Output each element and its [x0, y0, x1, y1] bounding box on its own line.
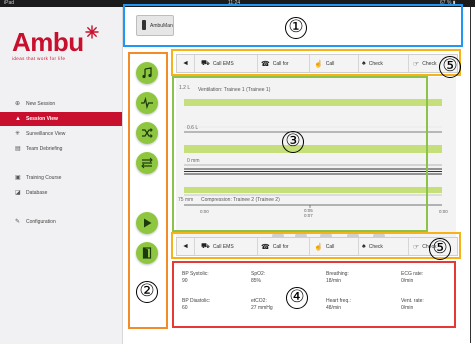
person-icon: ▲: [15, 116, 21, 122]
sidebar-item-label: Configuration: [26, 219, 56, 225]
sidebar-item-label: Team Debriefing: [26, 146, 63, 152]
sidebar-item-label: Session View: [26, 116, 58, 122]
brand-name: Ambu: [12, 27, 84, 57]
course-icon: ▣: [15, 175, 21, 181]
logo-star-icon: [85, 25, 99, 39]
ambu-logo: Ambu ideas that work for life: [12, 25, 99, 61]
callout-box-toolbar-bottom: [171, 232, 461, 259]
sidebar-item-surveillance-view[interactable]: ✳ Surveillance View: [0, 127, 122, 141]
sidebar-item-session-view[interactable]: ▲ Session View: [0, 112, 122, 126]
sidebar-item-database[interactable]: ◪ Database: [0, 186, 122, 200]
sidebar-item-team-debriefing[interactable]: ▤ Team Debriefing: [0, 142, 122, 156]
screen-edge-line: [470, 7, 471, 343]
time-right-label: 0:00: [439, 209, 448, 214]
callout-number-5-top: ⑤: [439, 56, 461, 78]
callout-box-chart: [172, 76, 428, 232]
eye-icon: ✳: [15, 131, 21, 137]
sidebar-item-training-course[interactable]: ▣ Training Course: [0, 171, 122, 185]
document-icon: ▤: [15, 146, 21, 152]
sidebar-nav: ⊕ New Session ▲ Session View ✳ Surveilla…: [0, 97, 122, 230]
database-icon: ◪: [15, 190, 21, 196]
callout-number-4: ④: [286, 287, 308, 309]
device-label: iPad: [4, 0, 15, 6]
callout-number-3: ③: [282, 131, 304, 153]
callout-number-1: ①: [285, 17, 307, 39]
wrench-icon: ✎: [15, 219, 21, 225]
sidebar-item-label: Training Course: [26, 175, 62, 181]
callout-box-vitals: [172, 261, 456, 328]
callout-number-5-bottom: ⑤: [429, 238, 451, 260]
sidebar-item-label: New Session: [26, 101, 56, 107]
sidebar-item-new-session[interactable]: ⊕ New Session: [0, 97, 122, 111]
sidebar-item-label: Database: [26, 190, 48, 196]
callout-number-2: ②: [136, 281, 158, 303]
sidebar: Ambu ideas that work for life ⊕ New Sess…: [0, 7, 123, 344]
sidebar-item-configuration[interactable]: ✎ Configuration: [0, 215, 122, 229]
plus-circle-icon: ⊕: [15, 101, 21, 107]
callout-box-toolbar-top: [171, 49, 461, 76]
sidebar-item-label: Surveillance View: [26, 131, 66, 137]
